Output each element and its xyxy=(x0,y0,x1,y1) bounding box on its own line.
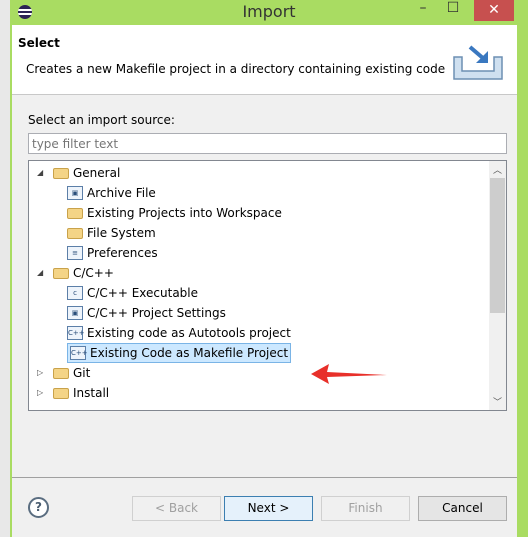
tree-item[interactable]: ▷ Install xyxy=(37,383,109,403)
folder-icon xyxy=(53,167,69,179)
cpp-file-icon: C++ xyxy=(67,326,85,340)
cpp-file-icon: C++ xyxy=(70,346,88,360)
tree-item-label: C/C++ Project Settings xyxy=(87,306,226,320)
tree-item-label: Existing Projects into Workspace xyxy=(87,206,282,220)
tree-item[interactable]: Existing Projects into Workspace xyxy=(67,203,282,223)
tree-item-label: Existing Code as Makefile Project xyxy=(90,346,289,360)
cancel-button[interactable]: Cancel xyxy=(418,496,507,521)
collapsed-arrow-icon[interactable]: ▷ xyxy=(37,383,47,403)
folder-icon xyxy=(53,387,69,399)
import-source-label: Select an import source: xyxy=(28,113,175,127)
expanded-arrow-icon[interactable]: ◢ xyxy=(37,263,47,283)
archive-icon: ▣ xyxy=(67,186,83,200)
tree-item-label: Preferences xyxy=(87,246,158,260)
tree-item[interactable]: ◢ C/C++ xyxy=(37,263,114,283)
vertical-scrollbar[interactable]: ︿ ﹀ xyxy=(489,161,506,410)
finish-button[interactable]: Finish xyxy=(321,496,410,521)
filesystem-icon xyxy=(67,227,83,239)
tree-item-label: General xyxy=(73,166,121,180)
import-wizard-icon xyxy=(453,45,503,80)
tree-item-label: Existing code as Autotools project xyxy=(87,326,291,340)
tree-item[interactable]: ▣ Archive File xyxy=(67,183,156,203)
tree-item-label: Install xyxy=(73,386,110,400)
scrollbar-thumb[interactable] xyxy=(490,178,505,313)
tree-item[interactable]: C++ Existing Code as Makefile Project xyxy=(67,343,292,363)
wizard-header: Select Creates a new Makefile project in… xyxy=(12,25,517,95)
page-title: Select xyxy=(18,36,60,50)
maximize-button[interactable]: ☐ xyxy=(440,0,466,21)
c-file-icon: c xyxy=(67,286,83,300)
filter-input[interactable] xyxy=(28,133,507,154)
tree-item[interactable]: ≡ Preferences xyxy=(67,243,158,263)
tree-item-label: File System xyxy=(87,226,156,240)
page-description: Creates a new Makefile project in a dire… xyxy=(26,62,446,76)
dialog-body: Select Creates a new Makefile project in… xyxy=(12,25,517,537)
import-dialog: Import – ☐ ✕ Select Creates a new Makefi… xyxy=(10,0,528,537)
annotation-arrow-icon xyxy=(311,364,387,384)
folder-icon xyxy=(53,267,69,279)
button-bar-divider xyxy=(12,477,517,478)
tree-item-label: C/C++ Executable xyxy=(87,286,199,300)
title-bar[interactable]: Import – ☐ ✕ xyxy=(10,0,528,25)
help-button[interactable]: ? xyxy=(28,497,49,518)
close-button[interactable]: ✕ xyxy=(474,0,514,21)
tree-item-label: Archive File xyxy=(87,186,156,200)
minimize-button[interactable]: – xyxy=(410,0,436,21)
tree-item[interactable]: c C/C++ Executable xyxy=(67,283,198,303)
tree-item[interactable]: ▷ Git xyxy=(37,363,90,383)
expanded-arrow-icon[interactable]: ◢ xyxy=(37,163,47,183)
tree-item[interactable]: C++ Existing code as Autotools project xyxy=(67,323,291,343)
projects-icon xyxy=(67,207,83,219)
import-source-tree[interactable]: ◢ General ▣ Archive File Existing Projects i… xyxy=(28,160,507,411)
tree-item-label: Git xyxy=(73,366,91,380)
tree-item-label: C/C++ xyxy=(73,266,114,280)
tree-item[interactable]: ▣ C/C++ Project Settings xyxy=(67,303,226,323)
preferences-icon: ≡ xyxy=(67,246,83,260)
folder-icon xyxy=(53,367,69,379)
settings-icon: ▣ xyxy=(67,306,83,320)
collapsed-arrow-icon[interactable]: ▷ xyxy=(37,363,47,383)
scroll-down-icon[interactable]: ﹀ xyxy=(489,395,506,408)
tree-item[interactable]: ◢ General xyxy=(37,163,120,183)
scroll-up-icon[interactable]: ︿ xyxy=(489,163,506,176)
next-button[interactable]: Next > xyxy=(224,496,313,521)
back-button[interactable]: < Back xyxy=(132,496,221,521)
tree-item[interactable]: File System xyxy=(67,223,156,243)
